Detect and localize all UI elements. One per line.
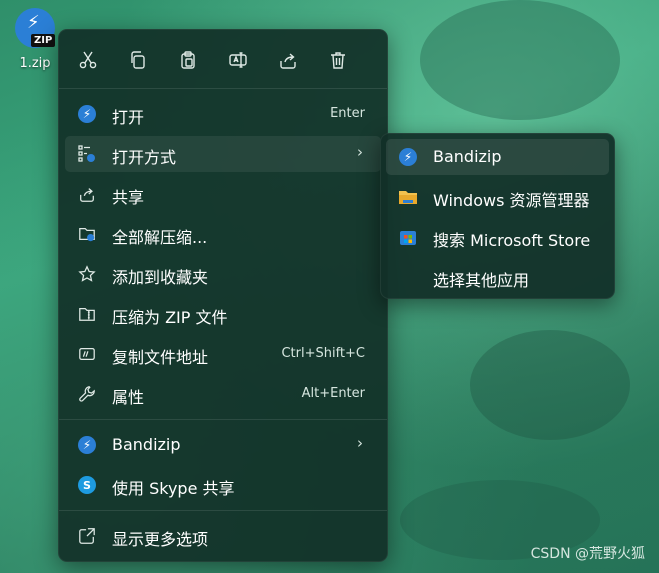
watermark: CSDN @荒野火狐 — [530, 546, 645, 562]
submenu-item-file-explorer[interactable]: Windows 资源管理器 — [386, 179, 609, 215]
menu-item-properties[interactable]: 属性 Alt+Enter — [65, 376, 381, 412]
menu-item-label: 压缩为 ZIP 文件 — [112, 308, 228, 327]
rename-icon — [229, 52, 247, 68]
zip-tag: ZIP — [31, 34, 56, 47]
menu-item-label: 复制文件地址 — [112, 348, 209, 367]
menu-item-extract-all[interactable]: 全部解压缩... — [65, 216, 381, 252]
separator — [59, 510, 387, 511]
menu-item-label: 打开方式 — [112, 148, 177, 167]
menu-item-add-favorites[interactable]: 添加到收藏夹 — [65, 256, 381, 292]
more-options-icon — [79, 528, 95, 544]
file-explorer-icon — [399, 191, 417, 204]
menu-item-label: 属性 — [112, 388, 145, 407]
wrench-icon — [79, 386, 95, 402]
paste-icon — [181, 51, 195, 69]
menu-item-label: Bandizip — [112, 435, 181, 454]
menu-item-compress-zip[interactable]: 压缩为 ZIP 文件 — [65, 296, 381, 332]
share-icon — [280, 53, 296, 69]
submenu-item-label: 选择其他应用 — [433, 271, 530, 290]
chevron-right-icon: › — [357, 143, 363, 161]
desktop-file-icon[interactable]: ⚡ ZIP 1.zip — [10, 8, 60, 71]
menu-item-bandizip[interactable]: ⚡ Bandizip › — [65, 427, 381, 463]
zip-folder-icon — [79, 307, 95, 321]
share-icon — [80, 188, 94, 202]
bandizip-icon: ⚡ — [399, 148, 417, 166]
bandizip-zip-icon: ⚡ ZIP — [15, 8, 56, 48]
menu-item-open-with[interactable]: 打开方式 › — [65, 136, 381, 172]
extract-folder-icon — [79, 227, 95, 242]
share-button[interactable] — [272, 44, 304, 76]
delete-icon — [331, 52, 345, 69]
skype-icon: S — [78, 476, 96, 494]
separator — [59, 419, 387, 420]
delete-button[interactable] — [322, 44, 354, 76]
wallpaper-shape — [470, 330, 630, 440]
rename-button[interactable] — [222, 44, 254, 76]
open-with-submenu: ⚡ Bandizip Windows 资源管理器 搜索 Microsoft St… — [380, 133, 615, 299]
separator — [59, 88, 387, 89]
copy-path-icon — [79, 347, 95, 361]
wallpaper-shape — [420, 0, 620, 120]
shortcut-label: Enter — [330, 106, 365, 121]
submenu-item-label: Bandizip — [433, 147, 502, 166]
shortcut-label: Alt+Enter — [301, 386, 365, 401]
menu-item-open[interactable]: ⚡ 打开 Enter — [65, 96, 381, 132]
copy-icon — [131, 51, 145, 69]
submenu-item-ms-store[interactable]: 搜索 Microsoft Store — [386, 219, 609, 255]
submenu-item-label: Windows 资源管理器 — [433, 191, 590, 210]
menu-item-label: 添加到收藏夹 — [112, 268, 209, 287]
file-name: 1.zip — [19, 56, 51, 71]
menu-item-label: 使用 Skype 共享 — [112, 479, 235, 498]
shortcut-label: Ctrl+Shift+C — [281, 346, 365, 361]
bandizip-icon: ⚡ — [78, 105, 96, 123]
chevron-right-icon: › — [357, 434, 363, 452]
bandizip-icon: ⚡ — [78, 436, 96, 454]
submenu-item-bandizip[interactable]: ⚡ Bandizip — [386, 139, 609, 175]
context-menu: ⚡ 打开 Enter 打开方式 › 共享 全部解压缩... 添加到收藏夹 压缩为… — [58, 29, 388, 562]
paste-button[interactable] — [172, 44, 204, 76]
submenu-item-choose-app[interactable]: 选择其他应用 — [386, 259, 609, 295]
menu-item-label: 全部解压缩... — [112, 228, 208, 247]
cut-icon — [79, 51, 97, 69]
menu-item-more-options[interactable]: 显示更多选项 — [65, 518, 381, 554]
menu-item-share[interactable]: 共享 — [65, 176, 381, 212]
microsoft-store-icon — [400, 231, 416, 245]
menu-item-copy-path[interactable]: 复制文件地址 Ctrl+Shift+C — [65, 336, 381, 372]
open-with-icon — [78, 145, 95, 162]
menu-item-label: 共享 — [112, 188, 145, 207]
cut-button[interactable] — [72, 44, 104, 76]
menu-item-skype-share[interactable]: S 使用 Skype 共享 — [65, 467, 381, 503]
star-icon — [78, 265, 96, 282]
menu-item-label: 显示更多选项 — [112, 530, 209, 549]
menu-item-label: 打开 — [112, 108, 145, 127]
context-toolbar — [59, 44, 387, 76]
submenu-item-label: 搜索 Microsoft Store — [433, 231, 591, 250]
copy-button[interactable] — [122, 44, 154, 76]
